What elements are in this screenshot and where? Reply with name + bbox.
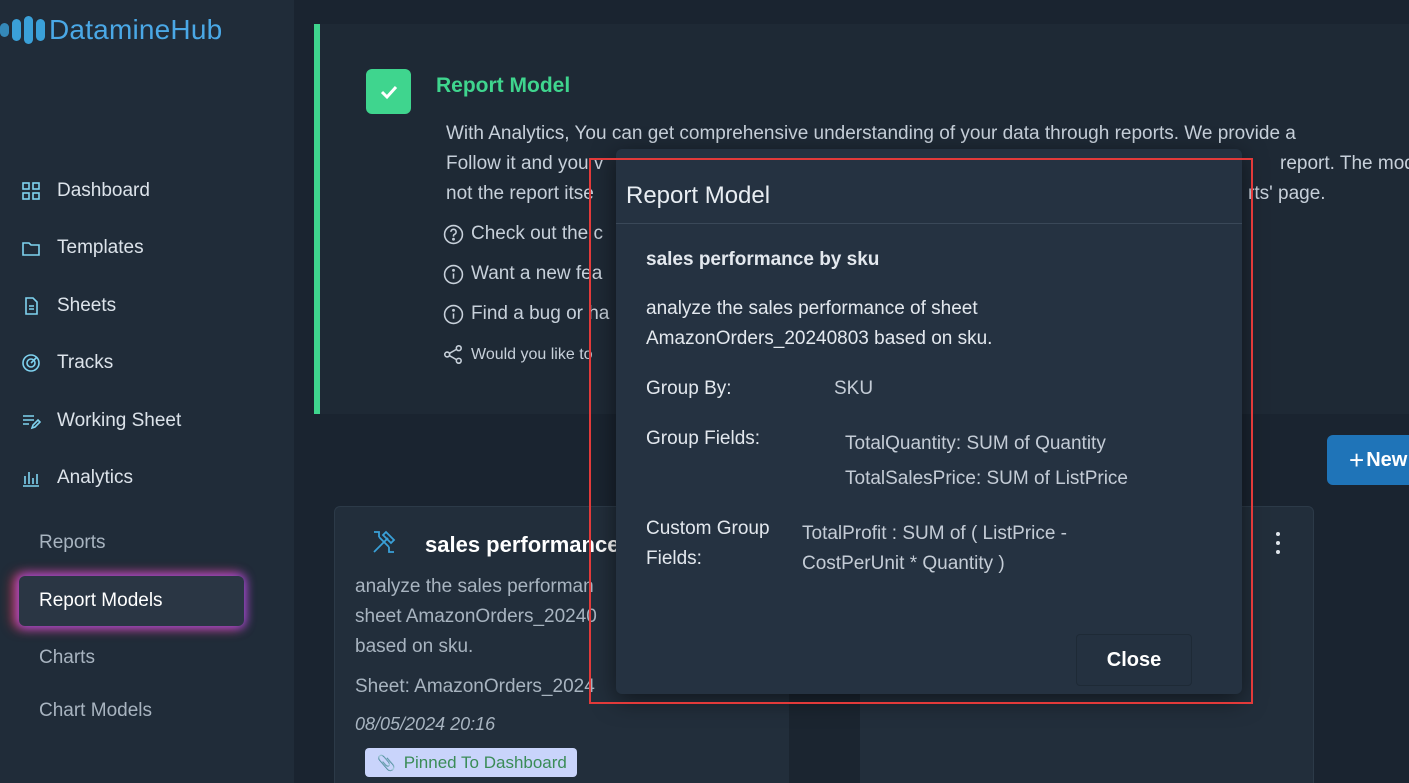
help-circle-icon	[443, 224, 464, 244]
logo-icon	[0, 16, 45, 44]
sidebar-subitem-reports[interactable]: Reports	[39, 532, 106, 554]
report-model-dialog	[616, 149, 1242, 694]
folder-icon	[20, 237, 42, 259]
share-icon	[443, 344, 462, 365]
sidebar-item-sheets[interactable]: Sheets	[20, 286, 116, 326]
bug-report-link[interactable]: Find a bug or ha	[443, 303, 609, 325]
card-description: sheet AmazonOrders_20240	[355, 606, 597, 627]
card-description: analyze the sales performan	[355, 576, 594, 597]
custom-group-fields-label: Fields:	[646, 548, 702, 569]
group-by-value: SKU	[834, 378, 874, 399]
sidebar-item-label: Report Models	[39, 590, 163, 611]
group-field-item: TotalQuantity: SUM of Quantity	[845, 433, 1106, 454]
custom-group-fields-label: Custom Group	[646, 518, 770, 539]
close-button[interactable]: Close	[1076, 634, 1192, 686]
share-link[interactable]: Would you like to	[443, 344, 593, 365]
sidebar-subitem-chart-models[interactable]: Chart Models	[39, 700, 152, 722]
banner-text-line: not the report itse	[446, 183, 594, 204]
banner-text-line: With Analytics, You can get comprehensiv…	[446, 123, 1296, 144]
sidebar-item-label: Working Sheet	[57, 410, 182, 431]
grid-icon	[20, 180, 42, 202]
sidebar-item-label: Dashboard	[57, 180, 150, 201]
sidebar: DatamineHub Dashboard Templates Sheets T…	[0, 0, 294, 783]
card-sheet: Sheet: AmazonOrders_2024	[355, 676, 595, 697]
check-icon	[366, 69, 411, 114]
paperclip-icon: 📎	[377, 754, 396, 772]
banner-text-line: Follow it and you v	[446, 153, 604, 174]
sidebar-item-label: Templates	[57, 237, 144, 258]
app-name: DatamineHub	[49, 14, 223, 45]
sidebar-subitem-report-models[interactable]: Report Models	[19, 576, 244, 626]
more-options-icon[interactable]	[1268, 530, 1288, 556]
model-name: sales performance by sku	[646, 249, 880, 270]
model-description: AmazonOrders_20240803 based on sku.	[646, 328, 993, 349]
bar-chart-icon	[20, 467, 42, 489]
info-circle-icon	[443, 264, 464, 284]
pinned-badge[interactable]: 📎 Pinned To Dashboard	[365, 748, 577, 777]
sidebar-item-label: Sheets	[57, 295, 117, 316]
group-by-label: Group By:	[646, 378, 732, 399]
tools-icon	[370, 528, 400, 558]
sidebar-subitem-charts[interactable]: Charts	[39, 647, 95, 669]
model-description: analyze the sales performance of sheet	[646, 298, 978, 319]
sidebar-item-analytics[interactable]: Analytics	[20, 458, 133, 498]
sidebar-item-tracks[interactable]: Tracks	[20, 343, 113, 383]
group-fields-label: Group Fields:	[646, 428, 761, 449]
banner-text-line: rts' page.	[1248, 183, 1326, 204]
sidebar-item-label: Tracks	[57, 352, 114, 373]
custom-group-field-value: TotalProfit : SUM of ( ListPrice -	[802, 523, 1068, 544]
dialog-title: Report Model	[626, 182, 771, 209]
dialog-divider	[616, 223, 1242, 224]
group-field-item: TotalSalesPrice: SUM of ListPrice	[845, 468, 1128, 489]
target-icon	[20, 352, 42, 374]
banner-title: Report Model	[436, 74, 571, 97]
sidebar-item-templates[interactable]: Templates	[20, 228, 144, 268]
feature-request-link[interactable]: Want a new fea	[443, 263, 602, 285]
sidebar-item-dashboard[interactable]: Dashboard	[20, 171, 150, 211]
file-icon	[20, 295, 42, 317]
card-date: 08/05/2024 20:16	[355, 714, 496, 734]
sidebar-item-label: Analytics	[57, 467, 134, 488]
edit-list-icon	[20, 410, 42, 432]
app-logo[interactable]: DatamineHub	[0, 10, 222, 50]
docs-link[interactable]: Check out the c	[443, 223, 603, 245]
sidebar-item-working-sheet[interactable]: Working Sheet	[20, 401, 181, 441]
info-circle-icon	[443, 304, 464, 324]
card-description: based on sku.	[355, 636, 474, 657]
new-report-model-button[interactable]: + New	[1327, 435, 1409, 485]
plus-icon: +	[1349, 444, 1365, 475]
custom-group-field-value: CostPerUnit * Quantity )	[802, 553, 1005, 574]
banner-text-line: report. The mode	[1280, 153, 1409, 174]
card-title: sales performance	[425, 532, 620, 557]
